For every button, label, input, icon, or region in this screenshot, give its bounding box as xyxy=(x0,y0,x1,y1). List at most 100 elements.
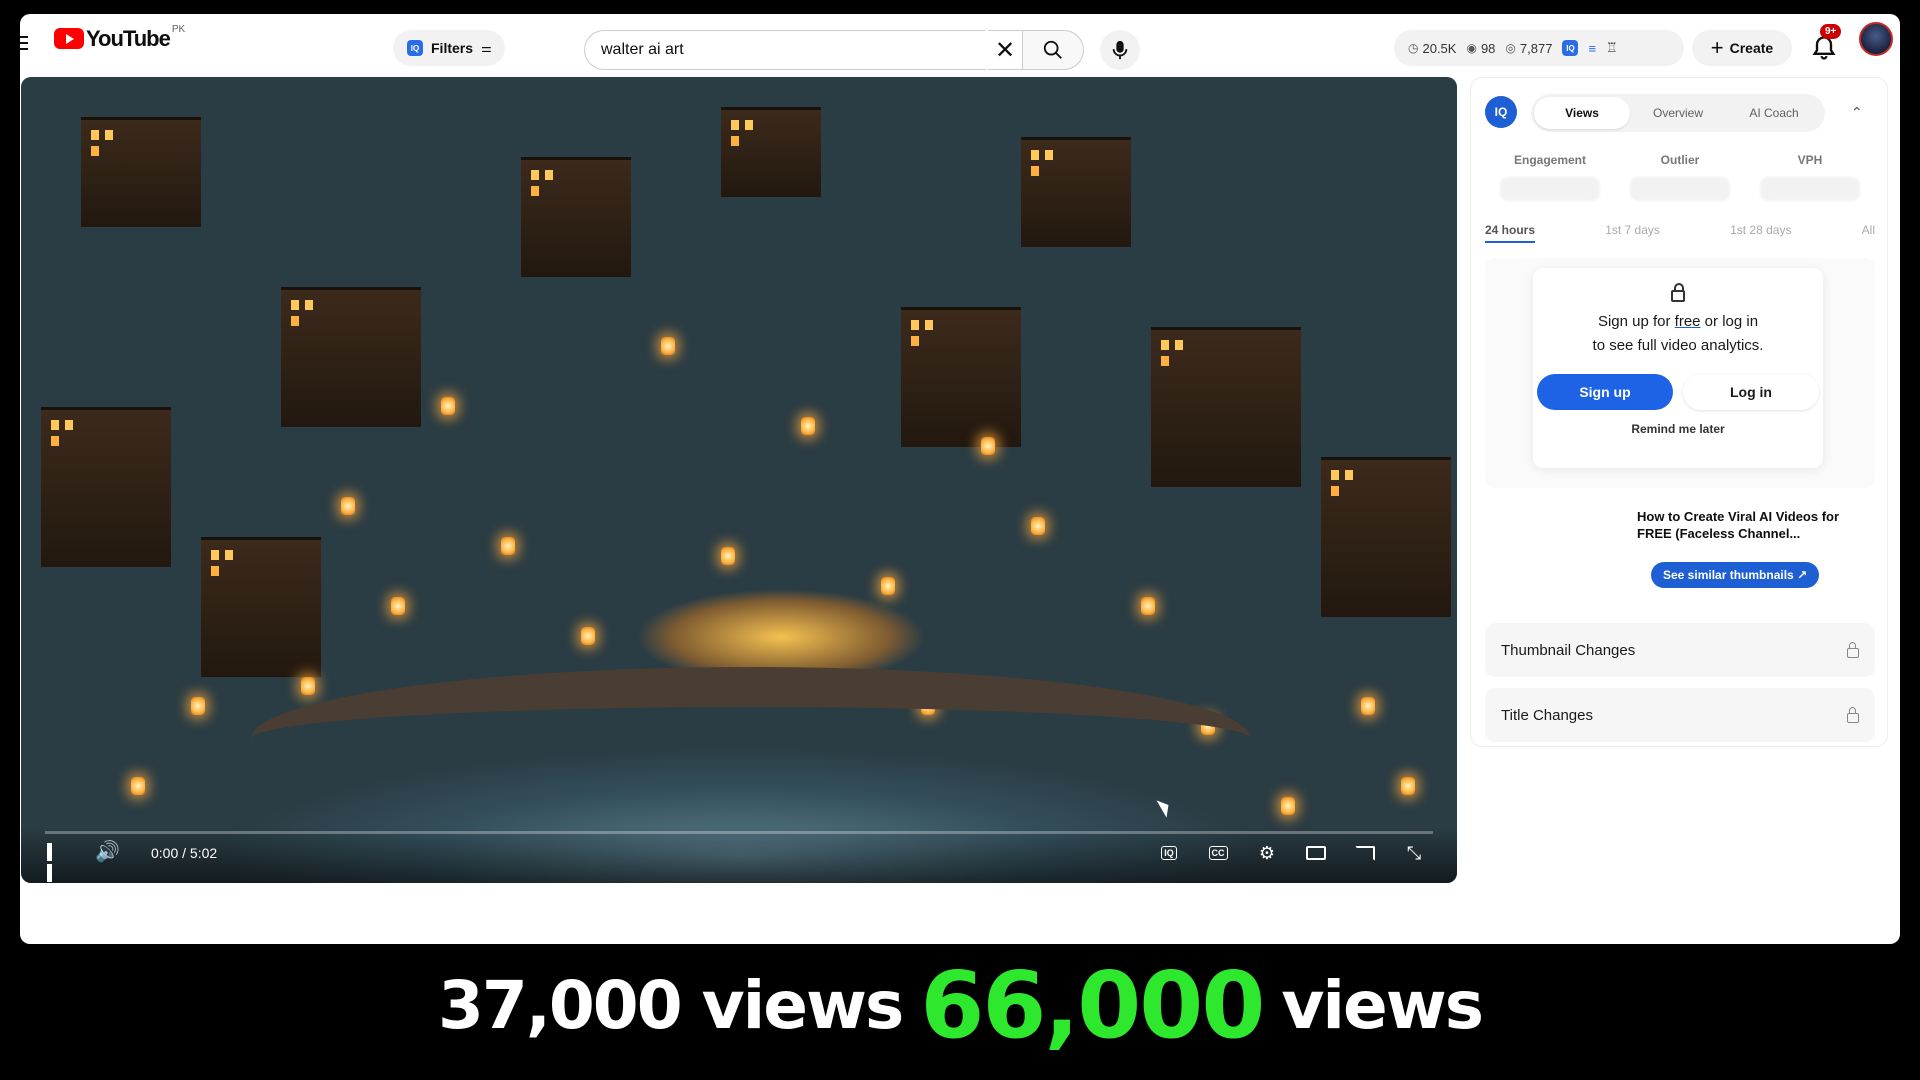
range-28-days[interactable]: 1st 28 days xyxy=(1730,223,1791,243)
scene-house xyxy=(1021,137,1131,247)
youtube-play-icon xyxy=(54,28,84,49)
lock-icon xyxy=(1671,283,1685,302)
scene-house xyxy=(901,307,1021,447)
metric-vph: VPH xyxy=(1745,153,1875,201)
chevron-up-icon[interactable]: ⌃ xyxy=(1851,104,1863,121)
scene-lantern xyxy=(191,697,205,715)
caption-old-views: 37,000 views xyxy=(437,966,904,1044)
lock-icon xyxy=(1847,642,1859,658)
prompt-text-line2: to see full video analytics. xyxy=(1592,337,1764,354)
avatar[interactable] xyxy=(1859,22,1893,56)
channel-stats-pill[interactable]: ◷ 20.5K ◉ 98 ◎ 7,877 IQ ≡ ♖ xyxy=(1394,30,1684,66)
top-bar: YouTube PK IQ Filters ⚌ walter ai art ✕ … xyxy=(20,14,1900,74)
voice-search-button[interactable] xyxy=(1100,30,1140,70)
panel-tabs: Views Overview AI Coach xyxy=(1531,94,1825,132)
range-24-hours[interactable]: 24 hours xyxy=(1485,223,1536,243)
external-link-icon: ↗ xyxy=(1797,568,1808,582)
iq-player-icon[interactable]: IQ xyxy=(1155,839,1183,867)
stat-subscribers: ◷ 20.5K xyxy=(1408,41,1456,56)
scene-lantern xyxy=(1281,797,1295,815)
range-tabs: 24 hours 1st 7 days 1st 28 days All xyxy=(1485,223,1875,243)
tune-icon: ⚌ xyxy=(481,41,492,55)
metric-label: Outlier xyxy=(1660,153,1700,167)
progress-bar[interactable] xyxy=(45,831,1433,834)
auth-buttons: Sign up Log in xyxy=(1533,374,1823,410)
caption-views-word: views xyxy=(1281,966,1484,1044)
player-controls: 🔊 0:00 / 5:02 IQ CC ⚙ ⤡ xyxy=(21,827,1457,883)
stat-videos: ◉ 98 xyxy=(1466,41,1495,56)
metric-value-blurred xyxy=(1500,177,1600,201)
scene-lantern xyxy=(441,397,455,415)
menu-icon[interactable] xyxy=(20,36,28,50)
iq-icon: IQ xyxy=(407,40,423,56)
remind-later-link[interactable]: Remind me later xyxy=(1533,422,1823,436)
list-icon[interactable]: ≡ xyxy=(1588,41,1596,56)
scene-house xyxy=(1151,327,1301,487)
tab-overview[interactable]: Overview xyxy=(1630,97,1726,129)
notification-badge: 9+ xyxy=(1820,24,1842,39)
signup-button[interactable]: Sign up xyxy=(1537,374,1673,410)
scene-canal-wall xyxy=(251,667,1251,847)
iq-extension-icon[interactable]: IQ xyxy=(1562,40,1579,56)
metrics-row: Engagement Outlier VPH xyxy=(1485,153,1875,201)
prompt-text-free: free xyxy=(1674,313,1701,330)
microphone-icon xyxy=(1112,40,1128,60)
scene-lantern xyxy=(501,537,515,555)
thumbnail-changes-label: Thumbnail Changes xyxy=(1501,641,1636,659)
fullscreen-icon[interactable]: ⤡ xyxy=(1400,839,1428,867)
metric-label: Engagement xyxy=(1513,153,1586,167)
scene-lantern xyxy=(1401,777,1415,795)
metric-engagement: Engagement xyxy=(1485,153,1615,201)
scene-lantern xyxy=(721,547,735,565)
search-input[interactable]: walter ai art xyxy=(584,30,986,70)
tab-ai-coach[interactable]: AI Coach xyxy=(1726,97,1822,129)
metric-label: VPH xyxy=(1797,153,1823,167)
title-changes-row[interactable]: Title Changes xyxy=(1485,688,1875,742)
youtube-logo[interactable]: YouTube PK xyxy=(54,24,185,50)
scene-lantern xyxy=(661,337,675,355)
signup-prompt-text: Sign up for free or log in to see full v… xyxy=(1533,310,1823,358)
browser-window: YouTube PK IQ Filters ⚌ walter ai art ✕ … xyxy=(20,14,1900,944)
stat-subscribers-value: 20.5K xyxy=(1422,40,1457,56)
time-display: 0:00 / 5:02 xyxy=(151,845,218,861)
iq-logo: IQ xyxy=(1485,96,1517,128)
metric-value-blurred xyxy=(1630,177,1730,201)
theater-mode-icon[interactable] xyxy=(1302,839,1330,867)
range-all[interactable]: All xyxy=(1862,223,1875,243)
range-7-days[interactable]: 1st 7 days xyxy=(1605,223,1660,243)
create-label: Create xyxy=(1729,40,1774,56)
analytics-panel: IQ Views Overview AI Coach ⌃ Engagement … xyxy=(1470,77,1888,747)
video-player[interactable]: 🔊 0:00 / 5:02 IQ CC ⚙ ⤡ xyxy=(21,77,1457,883)
volume-icon[interactable]: 🔊 xyxy=(95,839,120,864)
video-title: How to Create Viral AI Videos for FREE (… xyxy=(1637,509,1840,541)
overlay-caption: 37,000 views 66,000 views xyxy=(0,950,1920,1060)
prompt-text-b: or log in xyxy=(1700,313,1759,330)
scene-house xyxy=(281,287,421,427)
create-button[interactable]: + Create xyxy=(1692,30,1792,66)
caption-new-views-number: 66,000 xyxy=(920,951,1265,1059)
scene-lantern xyxy=(981,437,995,455)
search-icon xyxy=(1043,40,1062,59)
prompt-text-a: Sign up for xyxy=(1597,313,1675,330)
clear-search-icon[interactable]: ✕ xyxy=(988,30,1022,70)
similar-label: See similar thumbnails xyxy=(1663,568,1794,582)
settings-gear-icon[interactable]: ⚙ xyxy=(1253,839,1281,867)
captions-icon[interactable]: CC xyxy=(1204,839,1232,867)
scene-house xyxy=(201,537,321,677)
filters-button[interactable]: IQ Filters ⚌ xyxy=(393,30,505,66)
scene-house xyxy=(521,157,631,277)
cast-icon[interactable] xyxy=(1351,839,1379,867)
lock-icon xyxy=(1847,707,1859,723)
login-button[interactable]: Log in xyxy=(1683,374,1819,410)
search-button[interactable] xyxy=(1022,30,1084,70)
scene-lantern xyxy=(1031,517,1045,535)
see-similar-thumbnails-button[interactable]: See similar thumbnails ↗ xyxy=(1651,562,1820,588)
stat-views-value: 7,877 xyxy=(1519,40,1553,56)
pause-icon[interactable] xyxy=(47,843,63,882)
tab-views[interactable]: Views xyxy=(1534,97,1630,129)
trophy-icon[interactable]: ♖ xyxy=(1606,40,1618,56)
filters-label: Filters xyxy=(431,40,474,56)
clock-icon: ◷ xyxy=(1408,41,1419,55)
stat-videos-value: 98 xyxy=(1480,40,1496,56)
thumbnail-changes-row[interactable]: Thumbnail Changes xyxy=(1485,623,1875,677)
